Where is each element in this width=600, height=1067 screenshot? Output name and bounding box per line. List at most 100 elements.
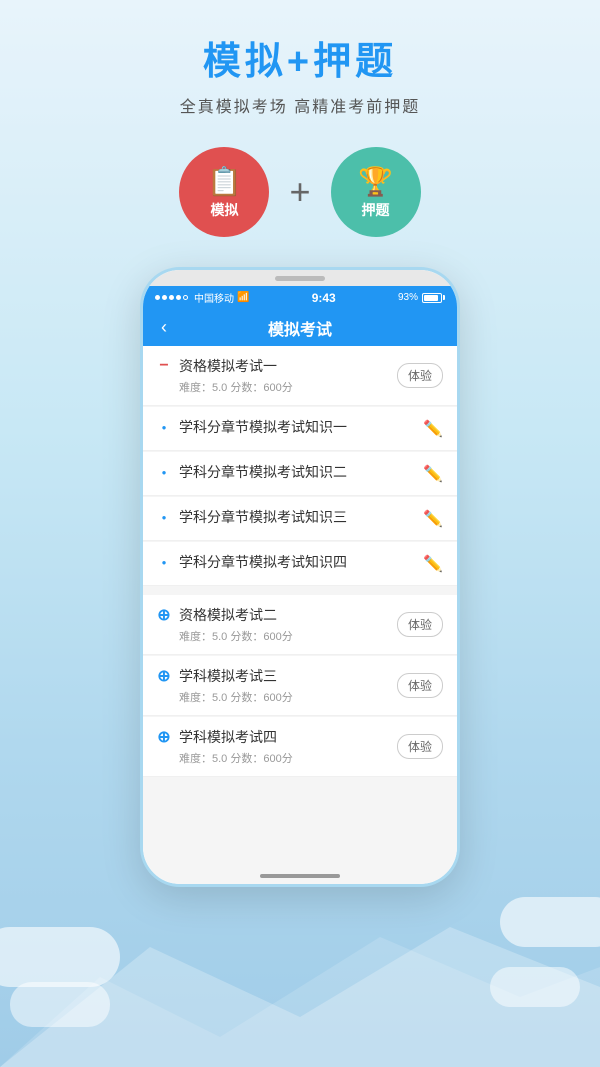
item-subtitle: 难度：5.0 分数：600分	[179, 379, 397, 395]
dot-bullet: ●	[157, 465, 171, 479]
item-left: ⊕ 学科模拟考试四 难度：5.0 分数：600分	[157, 727, 397, 766]
status-right: 93%	[398, 292, 445, 303]
battery-body	[422, 293, 442, 303]
experience-button[interactable]: 体验	[397, 363, 443, 388]
list-item: ● 学科分章节模拟考试知识一 ✏️	[143, 407, 457, 451]
item-title: 学科分章节模拟考试知识四	[179, 552, 423, 572]
phone-speaker	[275, 276, 325, 281]
list-item: ⊕ 学科模拟考试四 难度：5.0 分数：600分 体验	[143, 717, 457, 777]
battery-tip	[443, 295, 445, 300]
item-left: ● 学科分章节模拟考试知识二	[157, 462, 423, 485]
cloud-decoration-left2	[10, 982, 110, 1027]
signal-dot-1	[155, 295, 160, 300]
list-item: ⊕ 资格模拟考试二 难度：5.0 分数：600分 体验	[143, 595, 457, 655]
battery-indicator	[422, 293, 445, 303]
yati-icon-bubble: 🏆 押题	[331, 147, 421, 237]
dot-bullet: ●	[157, 420, 171, 434]
app-header: ‹ 模拟考试	[143, 309, 457, 346]
screen-title: 模拟考试	[268, 316, 332, 340]
carrier-name: 中国移动	[194, 290, 234, 305]
item-action[interactable]: ✏️	[423, 554, 443, 574]
icons-row: 📋 模拟 + 🏆 押题	[0, 147, 600, 237]
cloud-decoration-right2	[490, 967, 580, 1007]
dot-plus: ⊕	[157, 730, 171, 744]
dot-bullet: ●	[157, 510, 171, 524]
moni-icon: 📋	[207, 165, 242, 198]
time-display: 9:43	[312, 291, 336, 305]
item-text: 学科分章节模拟考试知识三	[179, 507, 423, 530]
edit-icon[interactable]: ✏️	[423, 466, 443, 483]
plus-separator: +	[289, 171, 310, 213]
signal-dot-5	[183, 295, 188, 300]
top-section: 模拟+押题 全真模拟考场 高精准考前押题 📋 模拟 + 🏆 押题	[0, 0, 600, 237]
dot-bullet: ●	[157, 555, 171, 569]
item-text: 学科模拟考试四 难度：5.0 分数：600分	[179, 727, 397, 766]
edit-icon[interactable]: ✏️	[423, 421, 443, 438]
battery-fill	[424, 295, 438, 301]
status-bar: 中国移动 📶 9:43 93%	[143, 286, 457, 309]
main-title: 模拟+押题	[0, 30, 600, 85]
item-left: ● 学科分章节模拟考试知识四	[157, 552, 423, 575]
cloud-decoration-left	[0, 927, 120, 987]
experience-button[interactable]: 体验	[397, 612, 443, 637]
signal-dots	[155, 295, 188, 300]
item-text: 学科分章节模拟考试知识二	[179, 462, 423, 485]
item-action[interactable]: 体验	[397, 363, 443, 388]
experience-button[interactable]: 体验	[397, 734, 443, 759]
sub-title: 全真模拟考场 高精准考前押题	[0, 93, 600, 117]
item-action[interactable]: 体验	[397, 612, 443, 637]
item-left: ● 学科分章节模拟考试知识一	[157, 417, 423, 440]
section-gap	[143, 587, 457, 595]
moni-icon-bubble: 📋 模拟	[179, 147, 269, 237]
yati-label: 押题	[362, 200, 390, 220]
battery-percent: 93%	[398, 292, 418, 303]
item-text: 学科分章节模拟考试知识四	[179, 552, 423, 575]
edit-icon[interactable]: ✏️	[423, 511, 443, 528]
item-text: 学科模拟考试三 难度：5.0 分数：600分	[179, 666, 397, 705]
dot-plus: ⊕	[157, 669, 171, 683]
item-action[interactable]: ✏️	[423, 464, 443, 484]
item-action[interactable]: ✏️	[423, 419, 443, 439]
item-title: 学科分章节模拟考试知识三	[179, 507, 423, 527]
edit-icon[interactable]: ✏️	[423, 556, 443, 573]
item-title: 资格模拟考试一	[179, 356, 397, 376]
signal-dot-2	[162, 295, 167, 300]
item-text: 学科分章节模拟考试知识一	[179, 417, 423, 440]
moni-label: 模拟	[210, 200, 238, 220]
item-text: 资格模拟考试二 难度：5.0 分数：600分	[179, 605, 397, 644]
yati-icon: 🏆	[358, 165, 393, 198]
cloud-decoration-right	[500, 897, 600, 947]
list-item: ● 学科分章节模拟考试知识四 ✏️	[143, 542, 457, 586]
list-item: ● 学科分章节模拟考试知识二 ✏️	[143, 452, 457, 496]
item-left: ● 学科分章节模拟考试知识三	[157, 507, 423, 530]
list-item: ● 学科分章节模拟考试知识三 ✏️	[143, 497, 457, 541]
item-subtitle: 难度：5.0 分数：600分	[179, 689, 397, 705]
experience-button[interactable]: 体验	[397, 673, 443, 698]
item-left: − 资格模拟考试一 难度：5.0 分数：600分	[157, 356, 397, 395]
item-action[interactable]: ✏️	[423, 509, 443, 529]
list-item: ⊕ 学科模拟考试三 难度：5.0 分数：600分 体验	[143, 656, 457, 716]
item-title: 学科分章节模拟考试知识二	[179, 462, 423, 482]
item-text: 资格模拟考试一 难度：5.0 分数：600分	[179, 356, 397, 395]
item-action[interactable]: 体验	[397, 673, 443, 698]
wifi-icon: 📶	[237, 292, 249, 303]
item-title: 学科模拟考试四	[179, 727, 397, 747]
phone-frame: 中国移动 📶 9:43 93% ‹ 模拟考试	[140, 267, 460, 887]
app-content[interactable]: − 资格模拟考试一 难度：5.0 分数：600分 体验 ● 学科分章节模拟考试知…	[143, 346, 457, 887]
status-left: 中国移动 📶	[155, 290, 249, 305]
dot-plus: ⊕	[157, 608, 171, 622]
dot-minus: −	[157, 359, 171, 373]
item-subtitle: 难度：5.0 分数：600分	[179, 750, 397, 766]
item-left: ⊕ 学科模拟考试三 难度：5.0 分数：600分	[157, 666, 397, 705]
item-action[interactable]: 体验	[397, 734, 443, 759]
list-item: − 资格模拟考试一 难度：5.0 分数：600分 体验	[143, 346, 457, 406]
item-title: 学科分章节模拟考试知识一	[179, 417, 423, 437]
back-button[interactable]: ‹	[155, 317, 173, 338]
signal-dot-4	[176, 295, 181, 300]
signal-dot-3	[169, 295, 174, 300]
home-indicator	[260, 874, 340, 878]
item-left: ⊕ 资格模拟考试二 难度：5.0 分数：600分	[157, 605, 397, 644]
phone-wrapper: 中国移动 📶 9:43 93% ‹ 模拟考试	[0, 267, 600, 887]
item-title: 资格模拟考试二	[179, 605, 397, 625]
item-subtitle: 难度：5.0 分数：600分	[179, 628, 397, 644]
